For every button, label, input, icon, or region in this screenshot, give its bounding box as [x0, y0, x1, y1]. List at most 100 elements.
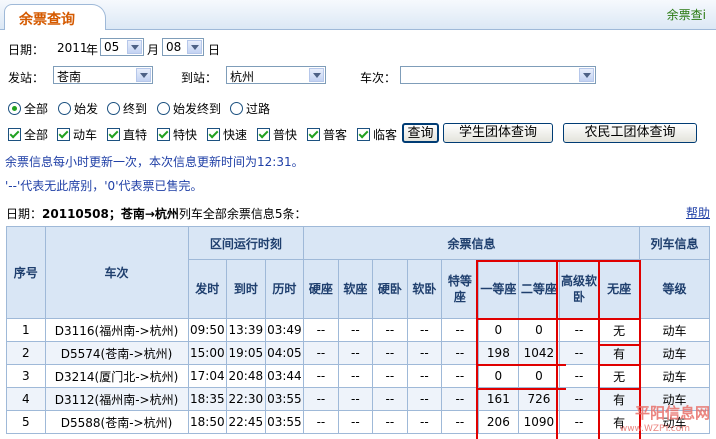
- train-label: 车次：: [360, 71, 397, 85]
- cell-seat: --: [303, 410, 339, 434]
- cell-seat: --: [372, 318, 408, 342]
- radio-terminal[interactable]: 终到: [107, 100, 147, 117]
- query-button[interactable]: 查询: [402, 123, 439, 143]
- checkbox-checked-icon[interactable]: [257, 128, 270, 141]
- radio-origin[interactable]: 始发: [58, 100, 98, 117]
- checkbox-checked-icon[interactable]: [157, 128, 170, 141]
- highlight-rule: [598, 364, 641, 366]
- radio-label: 始发终到: [173, 102, 222, 116]
- tab-ticket-query[interactable]: 余票查询: [4, 4, 106, 30]
- to-label: 到站：: [181, 71, 218, 85]
- update-text: 余票信息每小时更新一次，本次信息更新时间为: [5, 155, 258, 169]
- radio-all[interactable]: 全部: [8, 100, 48, 117]
- highlight-divider: [556, 260, 558, 439]
- cell-grade: 动车: [638, 318, 711, 342]
- highlight-box-seats: [476, 260, 641, 439]
- chevron-down-icon: [127, 40, 142, 54]
- header-seat: 特等座: [441, 259, 479, 319]
- tab-bar: 余票查询 余票查i: [0, 0, 716, 30]
- update-end: 。: [291, 155, 304, 169]
- cell-grade: 动车: [638, 364, 711, 388]
- checkbox-regular[interactable]: 普客: [307, 126, 347, 143]
- header-seat: 硬卧: [372, 259, 408, 319]
- train-select[interactable]: [400, 66, 596, 84]
- cell-depart: 18:50: [187, 410, 228, 434]
- checkbox-checked-icon[interactable]: [357, 128, 370, 141]
- cell-seat: --: [406, 387, 443, 411]
- radio-passing[interactable]: 过路: [230, 100, 270, 117]
- cell-seq: 2: [6, 341, 46, 365]
- cell-depart: 15:00: [187, 341, 228, 365]
- cell-train[interactable]: D3116(福州南->杭州): [44, 318, 189, 342]
- cell-seq: 5: [6, 410, 46, 434]
- to-station-select[interactable]: 杭州: [226, 66, 326, 84]
- day-select[interactable]: 08: [162, 38, 204, 56]
- month-unit: 月: [147, 43, 160, 57]
- summary-date: 20110508；: [42, 207, 121, 221]
- day-value: 08: [166, 40, 182, 54]
- checkbox-express[interactable]: 特快: [157, 126, 197, 143]
- radio-icon[interactable]: [230, 102, 243, 115]
- cell-duration: 03:55: [264, 410, 305, 434]
- update-time: 12:31: [257, 155, 292, 169]
- radio-icon[interactable]: [107, 102, 120, 115]
- checkbox-checked-icon[interactable]: [207, 128, 220, 141]
- cell-train[interactable]: D3112(福州南->杭州): [44, 387, 189, 411]
- radio-icon[interactable]: [157, 102, 170, 115]
- from-station-value: 苍南: [57, 70, 82, 84]
- year-value: 2011: [57, 41, 88, 55]
- checkbox-temporary[interactable]: 临客: [357, 126, 397, 143]
- cell-seat: --: [441, 410, 479, 434]
- student-group-query-button[interactable]: 学生团体查询: [443, 123, 553, 143]
- watermark-url: www.WZPY.com: [619, 424, 690, 434]
- checkbox-checked-icon[interactable]: [307, 128, 320, 141]
- to-station-value: 杭州: [230, 70, 255, 84]
- checkbox-all[interactable]: 全部: [8, 126, 48, 143]
- summary-route: 苍南→杭州: [120, 207, 179, 221]
- year-unit: 年: [86, 43, 99, 57]
- checkbox-direct-express[interactable]: 直特: [107, 126, 147, 143]
- cell-seat: --: [372, 410, 408, 434]
- checkbox-checked-icon[interactable]: [57, 128, 70, 141]
- checkbox-regular-fast[interactable]: 普快: [257, 126, 297, 143]
- month-value: 05: [104, 40, 120, 54]
- checkbox-fast[interactable]: 快速: [207, 126, 247, 143]
- cell-train[interactable]: D3214(厦门北->杭州): [44, 364, 189, 388]
- checkbox-label: 快速: [223, 128, 248, 142]
- header-train: 车次: [44, 226, 189, 319]
- header-seat: 硬座: [303, 259, 339, 319]
- header-ticket-group: 余票信息: [303, 226, 640, 260]
- cell-depart: 09:50: [187, 318, 228, 342]
- from-station-select[interactable]: 苍南: [53, 66, 153, 84]
- checkbox-label: 全部: [24, 128, 49, 142]
- checkbox-label: 动车: [73, 128, 98, 142]
- cell-seat: --: [406, 341, 443, 365]
- cell-duration: 03:44: [264, 364, 305, 388]
- cell-train[interactable]: D5574(苍南->杭州): [44, 341, 189, 365]
- cell-seq: 1: [6, 318, 46, 342]
- migrant-worker-query-button[interactable]: 农民工团体查询: [563, 123, 697, 143]
- header-arrive: 到时: [226, 259, 266, 319]
- chevron-down-icon: [187, 40, 202, 54]
- chevron-down-icon: [309, 68, 324, 82]
- radio-icon[interactable]: [58, 102, 71, 115]
- checkbox-checked-icon[interactable]: [107, 128, 120, 141]
- checkbox-label: 普快: [273, 128, 298, 142]
- help-link[interactable]: 帮助: [686, 204, 710, 221]
- cell-train[interactable]: D5588(苍南->杭州): [44, 410, 189, 434]
- cell-grade: 动车: [638, 341, 711, 365]
- checkbox-checked-icon[interactable]: [8, 128, 21, 141]
- month-select[interactable]: 05: [100, 38, 144, 56]
- ticket-query-link[interactable]: 余票查i: [667, 6, 706, 23]
- radio-origin-terminal[interactable]: 始发终到: [157, 100, 221, 117]
- cell-arrive: 22:45: [226, 410, 266, 434]
- highlight-rule: [476, 364, 566, 366]
- cell-seat: --: [337, 341, 374, 365]
- radio-checked-icon[interactable]: [8, 102, 21, 115]
- cell-seat: --: [303, 318, 339, 342]
- watermark-logo: 平阳信息网: [634, 404, 710, 422]
- radio-label: 过路: [246, 102, 271, 116]
- checkbox-emu[interactable]: 动车: [57, 126, 97, 143]
- header-train-info: 列车信息: [638, 226, 711, 260]
- cell-seat: --: [406, 318, 443, 342]
